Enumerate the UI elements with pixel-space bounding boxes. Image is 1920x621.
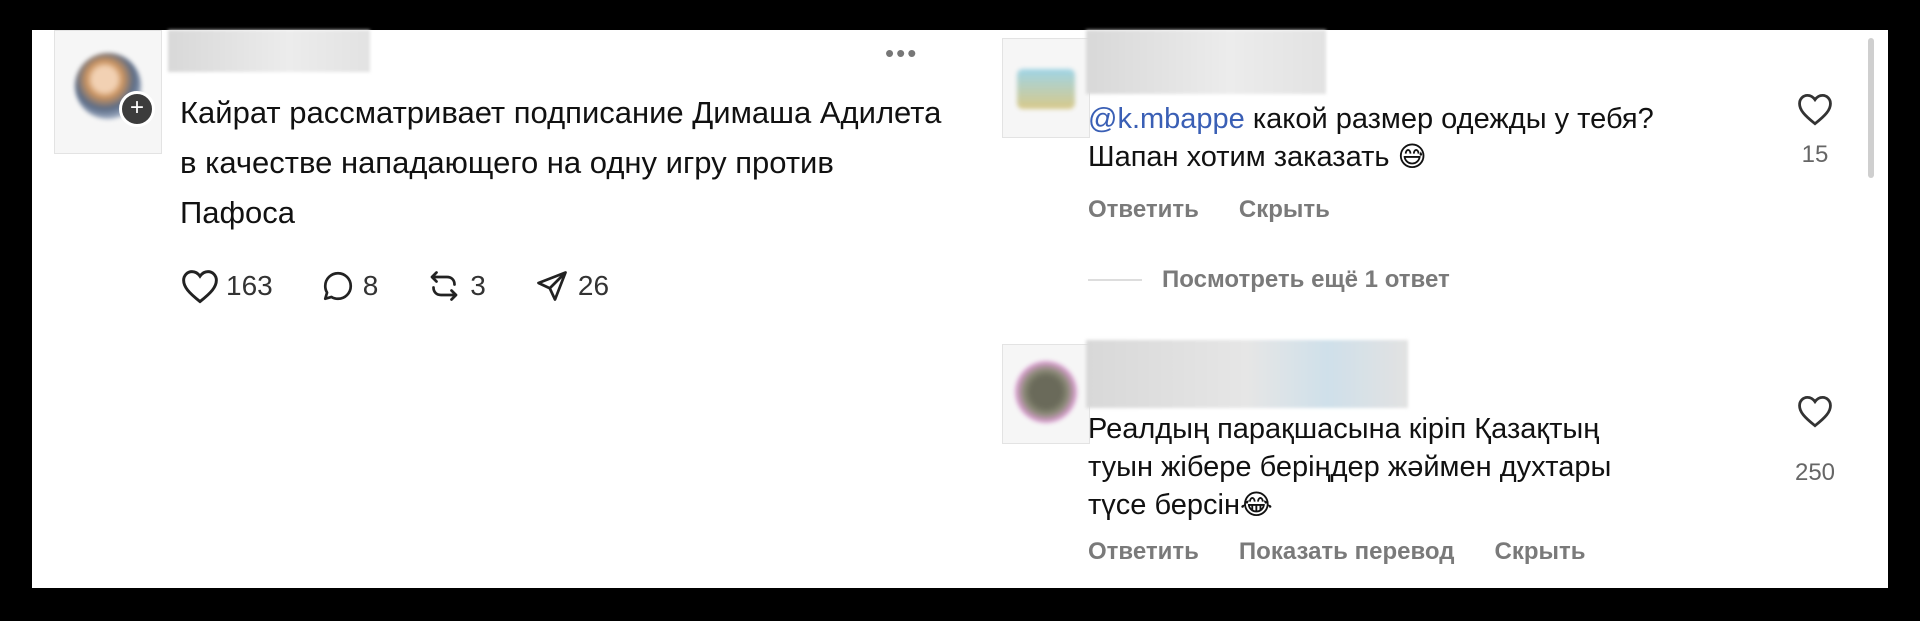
comment-text: @k.mbappe какой размер одежды у тебя? Ша… <box>1088 103 1654 173</box>
post-text: Кайрат рассматривает подписание Димаша А… <box>180 95 942 230</box>
view-more-replies[interactable]: Посмотреть ещё 1 ответ <box>1088 266 1450 294</box>
repost-button[interactable]: 3 <box>424 268 486 304</box>
heart-icon <box>1798 396 1832 428</box>
comment-count: 8 <box>362 270 379 301</box>
avatar-image <box>1017 69 1075 109</box>
divider <box>1088 279 1142 281</box>
post-panel: + ••• Кайрат рассматривает подписание Ди… <box>32 30 986 588</box>
like-count: 163 <box>226 270 273 301</box>
comments-panel: @k.mbappe какой размер одежды у тебя? Ша… <box>986 30 1888 588</box>
repost-icon <box>430 271 458 301</box>
share-button[interactable]: 26 <box>532 268 609 304</box>
author-name-redacted <box>168 30 370 72</box>
comment-actions: Ответить Показать перевод Скрыть <box>1088 538 1626 566</box>
comment-like-count: 250 <box>1794 459 1836 486</box>
share-count: 26 <box>577 270 610 301</box>
hide-button[interactable]: Скрыть <box>1494 538 1585 566</box>
hide-button[interactable]: Скрыть <box>1239 196 1330 224</box>
comment-text: Реалдың парақшасына кіріп Қазақтың туын … <box>1088 413 1612 521</box>
mention-link[interactable]: @k.mbappe <box>1088 103 1245 135</box>
post-actions: 163 8 3 26 <box>180 266 655 306</box>
grinning-sweat-emoji: 😅 <box>1397 140 1427 173</box>
post-author-avatar[interactable]: + <box>54 30 162 154</box>
like-button[interactable]: 163 <box>180 268 273 304</box>
comment-like-count: 15 <box>1801 141 1829 168</box>
comment-like-button[interactable]: 15 <box>1780 92 1850 169</box>
ellipsis-icon[interactable]: ••• <box>885 40 918 66</box>
comment-bubble-icon <box>323 271 352 301</box>
repost-count: 3 <box>470 270 486 301</box>
heart-icon <box>1798 94 1832 126</box>
reply-button[interactable]: Ответить <box>1088 196 1199 224</box>
scrollbar[interactable] <box>1868 38 1874 178</box>
heart-icon <box>182 270 218 304</box>
follow-plus-icon[interactable]: + <box>119 91 155 127</box>
commenter-name-redacted <box>1086 340 1408 408</box>
tears-of-joy-emoji: 😂 <box>1239 488 1273 521</box>
reply-button[interactable]: Ответить <box>1088 538 1199 566</box>
comment-like-button[interactable]: 250 <box>1780 394 1850 487</box>
comment-actions: Ответить Скрыть <box>1088 196 1370 224</box>
comment-avatar[interactable] <box>1002 38 1090 138</box>
show-translation-button[interactable]: Показать перевод <box>1239 538 1455 566</box>
send-icon <box>537 271 567 301</box>
avatar-image <box>1015 361 1077 423</box>
commenter-name-redacted <box>1086 30 1326 94</box>
comment-avatar[interactable] <box>1002 344 1090 444</box>
comment-button[interactable]: 8 <box>319 268 379 304</box>
